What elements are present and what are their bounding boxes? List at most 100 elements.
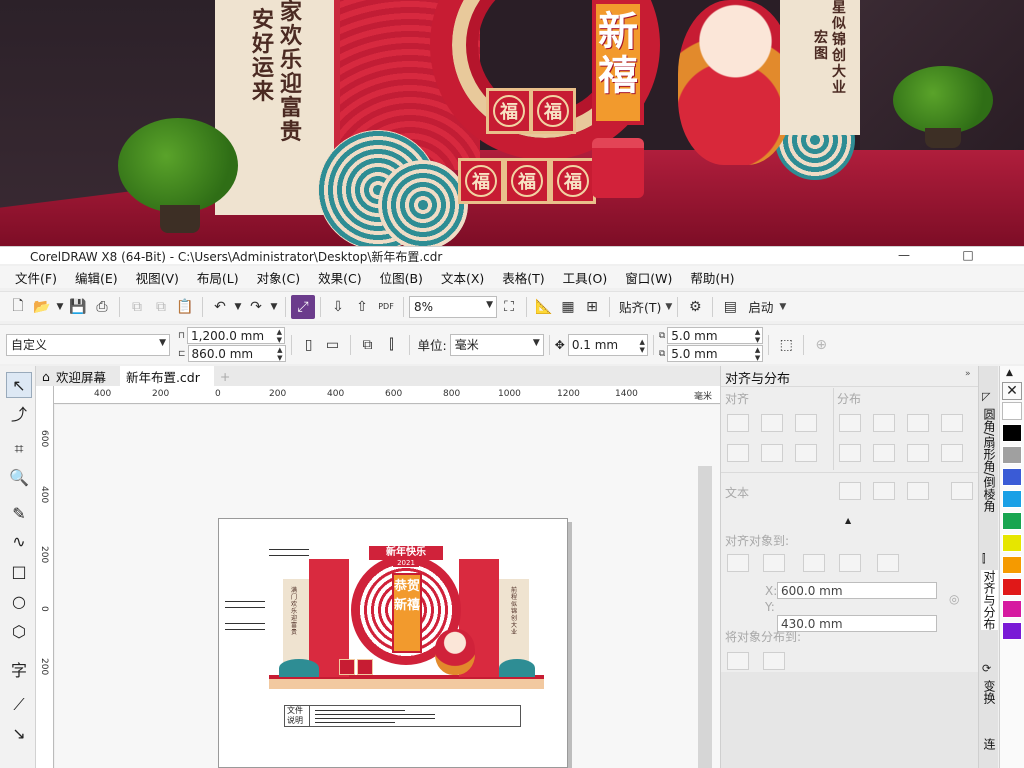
distribute-center-v-icon[interactable] [873,444,895,462]
color-swatch[interactable] [1002,622,1022,640]
align-right-icon[interactable] [795,414,817,432]
text-tool-icon[interactable]: 字 [6,656,32,682]
undo-dropdown-icon[interactable]: ▼ [232,295,244,319]
paste-icon[interactable]: 📋 [173,295,197,319]
open-folder-icon[interactable]: 📂 [30,295,54,319]
import-icon[interactable]: ⇩ [326,295,350,319]
distribute-to-page-icon[interactable] [763,652,785,670]
align-center-v-icon[interactable] [761,444,783,462]
search-content-icon[interactable]: ⤢ [291,294,315,319]
vertical-scrollbar[interactable] [698,466,712,768]
horizontal-ruler[interactable]: 400 200 0 200 400 600 800 1000 1200 1400… [54,386,720,404]
align-left-icon[interactable] [727,414,749,432]
show-grid-icon[interactable]: ▦ [556,295,580,319]
units-dropdown[interactable]: 毫米 ▼ [449,333,544,356]
align-to-grid-icon[interactable] [839,554,861,572]
color-swatch[interactable] [1002,446,1022,464]
show-guidelines-icon[interactable]: ⊞ [580,295,604,319]
pick-tool-icon[interactable]: ↖ [6,372,32,398]
publish-pdf-icon[interactable]: PDF [374,295,398,319]
align-to-page-edge-icon[interactable] [763,554,785,572]
options-gear-icon[interactable]: ⚙ [683,295,707,319]
distribute-bottom-icon[interactable] [941,444,963,462]
redo-dropdown-icon[interactable]: ▼ [268,295,280,319]
align-x-field[interactable]: 600.0 mm [777,582,937,599]
color-swatch[interactable] [1002,512,1022,530]
color-swatch[interactable] [1002,402,1022,420]
color-swatch[interactable] [1002,468,1022,486]
distribute-to-selection-icon[interactable] [727,652,749,670]
menu-effects[interactable]: 效果(C) [309,268,370,287]
tab-connect[interactable]: 连 [981,738,998,750]
color-swatch[interactable] [1002,578,1022,596]
color-swatch[interactable] [1002,600,1022,618]
duplicate-distance-y-field[interactable]: 5.0 mm ▲ ▼ [667,345,764,362]
text-outline-icon[interactable] [951,482,973,500]
crop-tool-icon[interactable]: ⌗ [6,436,32,462]
page-size-preset-dropdown[interactable]: 自定义 ▼ [6,333,170,356]
zoom-level-dropdown[interactable]: 8% ▼ [409,295,497,318]
tab-document[interactable]: 新年布置.cdr [119,366,214,386]
align-top-icon[interactable] [727,444,749,462]
distribute-spacing-v-icon[interactable] [907,444,929,462]
align-to-active-object-icon[interactable] [727,554,749,572]
menu-table[interactable]: 表格(T) [493,268,553,287]
launch-app-icon[interactable]: ▤ [718,295,742,319]
distribute-spacing-h-icon[interactable] [907,414,929,432]
distribute-right-icon[interactable] [941,414,963,432]
save-icon[interactable]: 💾 [66,295,90,319]
distribute-left-icon[interactable] [839,414,861,432]
menu-file[interactable]: 文件(F) [6,268,66,287]
align-to-point-icon[interactable] [877,554,899,572]
print-icon[interactable]: ⎙ [90,295,114,319]
open-dropdown-icon[interactable]: ▼ [54,295,66,319]
all-pages-icon[interactable]: ⧉ [356,333,380,357]
text-baseline-first-icon[interactable] [839,482,861,500]
maximize-button[interactable]: □ [960,248,976,262]
color-swatch[interactable] [1002,534,1022,552]
target-point-icon[interactable]: ◎ [949,592,959,606]
tab-align-distribute[interactable]: 对齐与分布 [981,570,998,630]
polygon-tool-icon[interactable]: ⬡ [6,618,32,644]
launch-dropdown[interactable]: 启动 [742,297,779,316]
color-swatch[interactable] [1002,424,1022,442]
connector-tool-icon[interactable]: ↘ [6,720,32,746]
freehand-tool-icon[interactable]: ✎ [6,500,32,526]
cut-icon[interactable]: ⧉ [125,295,149,319]
tab-welcome-screen[interactable]: ⌂ 欢迎屏幕 [36,366,120,386]
shape-tool-icon[interactable]: ⤴ [6,400,32,426]
new-tab-icon[interactable]: + [214,366,236,386]
menu-window[interactable]: 窗口(W) [616,268,681,287]
zoom-tool-icon[interactable]: 🔍 [6,464,32,490]
menu-view[interactable]: 视图(V) [127,268,188,287]
menu-object[interactable]: 对象(C) [248,268,309,287]
menu-text[interactable]: 文本(X) [432,268,493,287]
export-icon[interactable]: ⇧ [350,295,374,319]
distribute-center-h-icon[interactable] [873,414,895,432]
distribute-top-icon[interactable] [839,444,861,462]
menu-layout[interactable]: 布局(L) [188,268,248,287]
artistic-media-tool-icon[interactable]: ∿ [6,528,32,554]
vertical-ruler[interactable]: 600 400 200 0 200 [36,386,54,768]
undo-icon[interactable]: ↶ [208,295,232,319]
color-swatch[interactable] [1002,490,1022,508]
menu-tools[interactable]: 工具(O) [554,268,617,287]
copy-icon[interactable]: ⧉ [149,295,173,319]
align-center-h-icon[interactable] [761,414,783,432]
nudge-distance-field[interactable]: 0.1 mm ▲ ▼ [567,333,648,356]
align-bottom-icon[interactable] [795,444,817,462]
page-width-field[interactable]: 1,200.0 mm ▲ ▼ [187,327,286,344]
menu-bitmaps[interactable]: 位图(B) [371,268,432,287]
portrait-icon[interactable]: ▯ [297,333,321,357]
menu-edit[interactable]: 编辑(E) [66,268,127,287]
show-rulers-icon[interactable]: 📐 [532,295,556,319]
add-page-icon[interactable]: ⊕ [809,333,833,357]
duplicate-distance-x-field[interactable]: 5.0 mm ▲ ▼ [667,327,764,344]
tab-transform[interactable]: 变换 [981,680,998,704]
document-page[interactable]: 新年快乐 2021 恭贺新禧 满门欢乐迎富贵 前程似锦创大业 文件 说明 [218,518,568,768]
new-document-icon[interactable]: 🗋 [6,295,30,319]
align-to-page-center-icon[interactable] [803,554,825,572]
edit-bleed-icon[interactable]: ⬚ [774,333,798,357]
drawing-canvas[interactable]: 新年快乐 2021 恭贺新禧 满门欢乐迎富贵 前程似锦创大业 文件 说明 [55,405,720,768]
current-page-icon[interactable]: ⫿ [380,333,404,357]
